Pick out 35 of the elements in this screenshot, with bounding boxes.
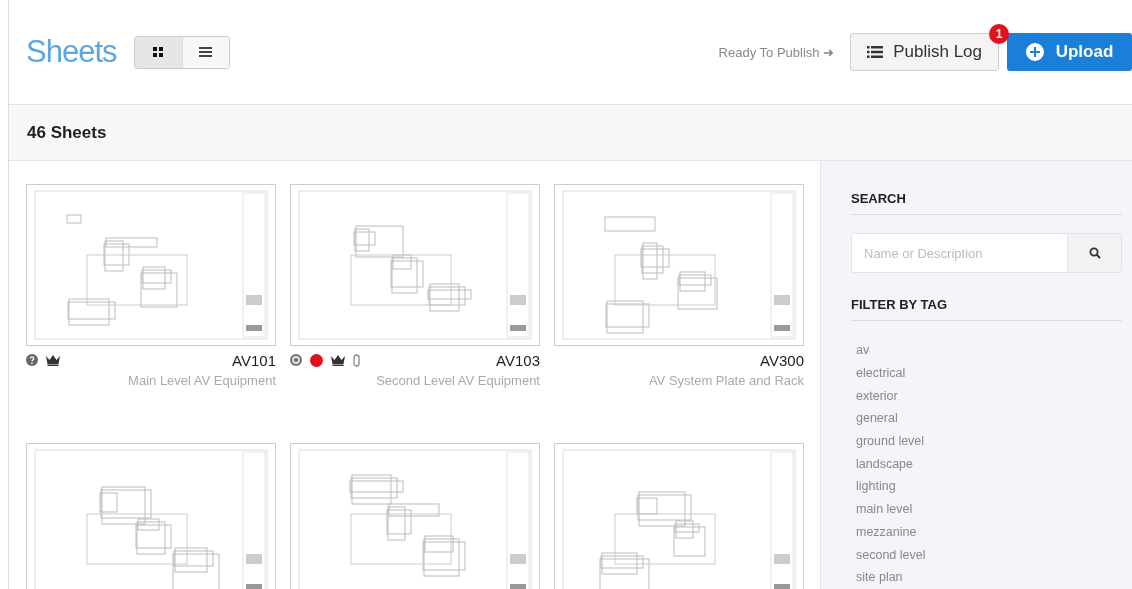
list-icon bbox=[867, 45, 884, 59]
sheet-number: AV101 bbox=[232, 351, 276, 369]
tag-link[interactable]: lighting bbox=[856, 475, 1122, 499]
tag-link[interactable]: main level bbox=[856, 498, 1122, 521]
tag-link[interactable]: mezzanine bbox=[856, 520, 1122, 544]
sheet-description: Second Level AV Equipment bbox=[375, 373, 540, 388]
section-heading: SEARCH bbox=[851, 191, 1122, 215]
page-title: Sheets bbox=[26, 34, 117, 70]
crown-icon[interactable] bbox=[46, 354, 60, 366]
tag-link[interactable]: ground level bbox=[856, 430, 1122, 453]
plus-circle-icon bbox=[1025, 43, 1044, 61]
tag-link[interactable]: second level bbox=[856, 543, 1122, 567]
grid-view-button[interactable] bbox=[134, 36, 182, 68]
upload-button[interactable]: Upload bbox=[1007, 33, 1132, 71]
section-heading: FILTER BY TAG bbox=[851, 297, 1122, 322]
sheet-number: AV300 bbox=[760, 351, 804, 369]
sheet-number: AV103 bbox=[496, 351, 540, 369]
sheet-count: 46 Sheets bbox=[27, 122, 107, 143]
list-view-button[interactable] bbox=[181, 36, 229, 68]
tag-link[interactable]: landscape bbox=[856, 452, 1122, 476]
tag-link[interactable]: site plan bbox=[856, 566, 1122, 589]
tag-link[interactable]: exterior bbox=[856, 384, 1122, 408]
tag-link[interactable]: av bbox=[856, 339, 1122, 362]
sheet-description: AV System Plate and Rack bbox=[647, 373, 804, 388]
tag-link[interactable]: general bbox=[856, 407, 1122, 431]
notification-badge: 1 bbox=[989, 24, 1009, 44]
paperclip-icon[interactable] bbox=[353, 353, 360, 367]
grid-icon bbox=[152, 46, 164, 58]
sheet-description: Main Level AV Equipment bbox=[127, 373, 276, 388]
circle-letter-icon[interactable] bbox=[290, 354, 302, 366]
ready-to-publish-link[interactable]: Ready To Publish ➜ bbox=[718, 44, 835, 60]
crown-icon[interactable] bbox=[331, 354, 345, 366]
list-icon bbox=[199, 46, 212, 58]
help-icon[interactable] bbox=[26, 354, 38, 366]
tag-link[interactable]: electrical bbox=[856, 361, 1122, 385]
